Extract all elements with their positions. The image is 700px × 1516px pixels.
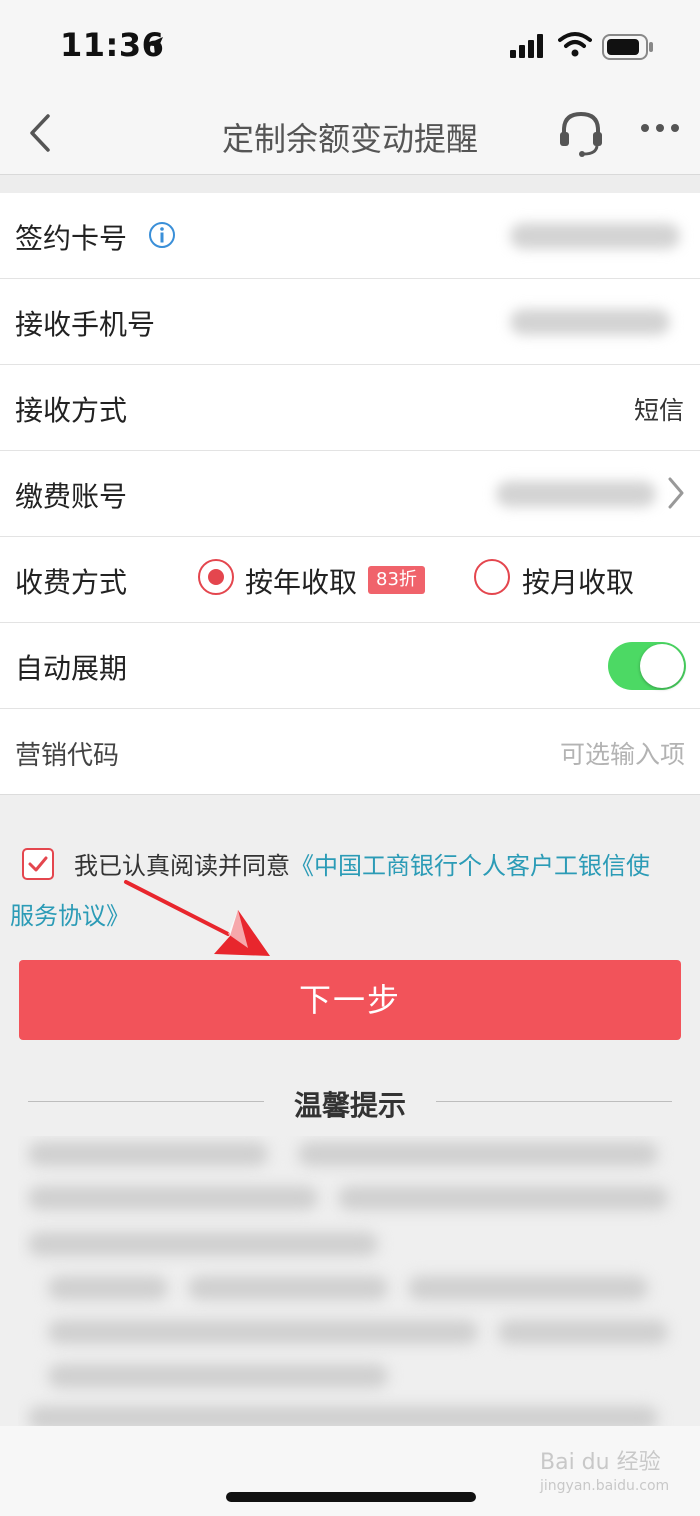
card-number-value-redacted (510, 223, 680, 249)
fee-method-row: 收费方式 按年收取 83折 按月收取 (0, 537, 700, 623)
promo-code-label: 营销代码 (15, 741, 120, 771)
blurred-text (188, 1276, 388, 1300)
phone-number-label: 接收手机号 (15, 308, 156, 341)
more-options-icon[interactable] (640, 122, 680, 134)
fee-monthly-radio[interactable] (474, 559, 510, 595)
section-gap (0, 175, 700, 193)
blurred-text (48, 1276, 168, 1300)
payment-account-value-redacted (496, 481, 656, 507)
blurred-text (48, 1320, 478, 1344)
blurred-text (28, 1406, 658, 1426)
reminder-form: 签约卡号 接收手机号 接收方式 短信 缴费账号 收费方式 按年收取 83折 按月… (0, 193, 700, 795)
fee-monthly-label[interactable]: 按月收取 (522, 561, 634, 601)
promo-code-input[interactable]: 可选输入项 (560, 735, 685, 771)
discount-badge: 83折 (368, 566, 425, 594)
fee-method-label: 收费方式 (15, 566, 128, 599)
auto-renew-row: 自动展期 (0, 623, 700, 709)
blurred-text (28, 1142, 268, 1166)
card-number-label: 签约卡号 (15, 222, 128, 255)
tips-header: 温馨提示 (0, 1080, 700, 1122)
agreement-checkbox[interactable] (22, 848, 54, 880)
promo-code-row[interactable]: 营销代码 可选输入项 (0, 709, 700, 795)
customer-service-headset-icon[interactable] (556, 108, 606, 158)
location-arrow-icon (145, 37, 163, 55)
fee-yearly-label[interactable]: 按年收取 (245, 561, 357, 601)
phone-number-value-redacted (510, 309, 670, 335)
blurred-text (28, 1232, 378, 1256)
agreement-link-continued[interactable]: 服务协议》 (10, 896, 130, 931)
blurred-text (298, 1142, 658, 1166)
card-number-row: 签约卡号 (0, 193, 700, 279)
cellular-signal-icon (510, 34, 543, 58)
annotation-arrow-icon (124, 880, 270, 956)
agreement-link[interactable]: 《中国工商银行个人客户工银信使 (290, 852, 650, 880)
tips-title: 温馨提示 (293, 1089, 406, 1122)
wifi-icon (558, 32, 592, 57)
battery-icon (602, 34, 653, 60)
divider (436, 1101, 672, 1102)
blurred-text (408, 1276, 648, 1300)
toggle-knob (640, 644, 684, 688)
payment-account-row[interactable]: 缴费账号 (0, 451, 700, 537)
receive-method-row: 接收方式 短信 (0, 365, 700, 451)
auto-renew-toggle[interactable] (608, 642, 686, 690)
auto-renew-label: 自动展期 (15, 652, 128, 685)
next-step-button[interactable]: 下一步 (19, 960, 681, 1040)
blurred-text (28, 1186, 318, 1210)
tips-body-redacted (18, 1136, 682, 1426)
fee-yearly-radio[interactable] (198, 559, 234, 595)
navigation-bar: 定制余额变动提醒 (0, 92, 700, 175)
receive-method-label: 接收方式 (15, 394, 128, 427)
chevron-right-icon[interactable] (666, 475, 686, 511)
phone-number-row: 接收手机号 (0, 279, 700, 365)
receive-method-value: 短信 (633, 396, 684, 425)
status-bar: 11:36 (0, 0, 700, 92)
blurred-text (48, 1364, 388, 1388)
watermark-logo: Bai du 经验 (540, 1450, 661, 1475)
payment-account-label: 缴费账号 (15, 480, 128, 513)
blurred-text (338, 1186, 668, 1210)
info-icon[interactable] (148, 221, 176, 249)
watermark-url: jingyan.baidu.com (540, 1478, 670, 1494)
home-indicator[interactable] (226, 1492, 476, 1502)
checkmark-icon (28, 856, 48, 872)
blurred-text (498, 1320, 668, 1344)
